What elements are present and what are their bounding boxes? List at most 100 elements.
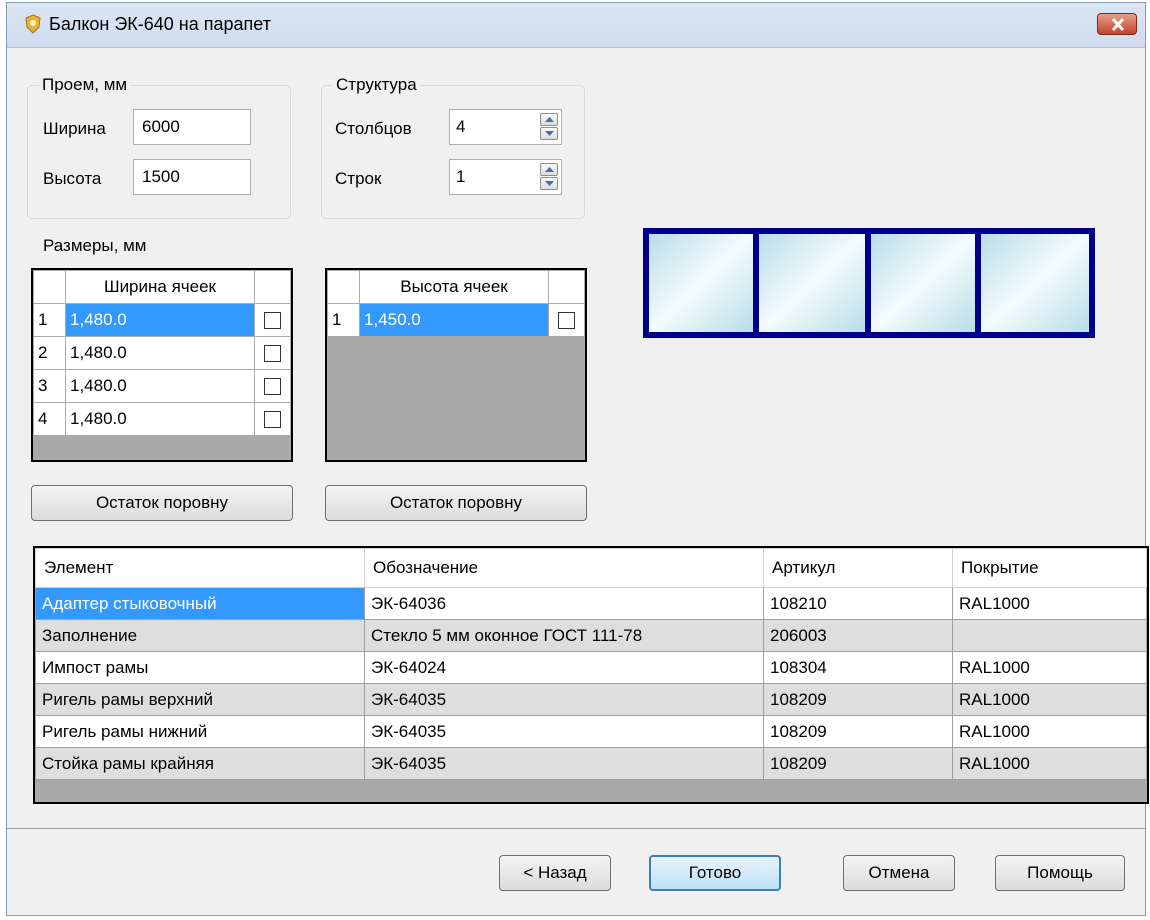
row-checkbox[interactable] — [264, 410, 281, 428]
rows-stepper[interactable]: 1 — [449, 159, 562, 195]
columns-stepper[interactable]: 4 — [449, 109, 562, 145]
element-cell[interactable]: Ригель рамы нижний — [35, 715, 365, 748]
columns-down-button[interactable] — [540, 127, 558, 140]
columns-up-button[interactable] — [540, 113, 558, 126]
arrow-down-icon — [545, 131, 554, 136]
balcony-preview — [643, 228, 1095, 338]
row-index: 4 — [33, 402, 66, 436]
table-row[interactable]: 2 1,480.0 — [33, 336, 291, 370]
row-checkbox[interactable] — [558, 311, 575, 329]
glass-pane — [759, 234, 865, 332]
designation-cell[interactable]: ЭК-64035 — [364, 747, 764, 780]
coating-cell[interactable]: RAL1000 — [952, 587, 1147, 620]
row-checkbox[interactable] — [264, 377, 281, 395]
element-cell[interactable]: Стойка рамы крайняя — [35, 747, 365, 780]
table-row[interactable]: Ригель рамы нижний ЭК-64035 108209 RAL10… — [35, 715, 1147, 748]
height-remainder-button[interactable]: Остаток поровну — [325, 485, 587, 521]
coating-cell[interactable]: RAL1000 — [952, 747, 1147, 780]
grid-corner — [33, 270, 66, 304]
elements-table: Элемент Обозначение Артикул Покрытие Ада… — [33, 546, 1149, 804]
cell-height-value[interactable]: 1,450.0 — [359, 303, 549, 337]
table-row[interactable]: Импост рамы ЭК-64024 108304 RAL1000 — [35, 651, 1147, 684]
title-bar: Балкон ЭК-640 на парапет — [7, 3, 1145, 48]
columns-value: 4 — [456, 117, 466, 136]
width-label: Ширина — [43, 119, 106, 138]
window-title: Балкон ЭК-640 на парапет — [49, 14, 271, 34]
element-cell[interactable]: Импост рамы — [35, 651, 365, 684]
opening-group-title: Проем, мм — [39, 75, 131, 95]
row-index: 2 — [33, 336, 66, 370]
article-cell[interactable]: 108304 — [763, 651, 953, 684]
coating-cell[interactable]: RAL1000 — [952, 715, 1147, 748]
finish-button[interactable]: Готово — [649, 855, 781, 891]
rows-up-button[interactable] — [540, 163, 558, 176]
cell-width-value[interactable]: 1,480.0 — [65, 402, 255, 436]
designation-cell[interactable]: ЭК-64024 — [364, 651, 764, 684]
table-row[interactable]: 1 1,480.0 — [33, 303, 291, 337]
height-label: Высота — [43, 169, 102, 188]
width-input[interactable] — [133, 109, 251, 145]
designation-cell[interactable]: ЭК-64035 — [364, 683, 764, 716]
rows-label: Строк — [335, 169, 382, 188]
cell-width-header: Ширина ячеек — [65, 270, 255, 304]
row-index: 1 — [327, 303, 360, 337]
cell-width-value[interactable]: 1,480.0 — [65, 303, 255, 337]
article-cell[interactable]: 108209 — [763, 747, 953, 780]
rows-value: 1 — [456, 167, 466, 186]
table-row[interactable]: 4 1,480.0 — [33, 402, 291, 436]
table-row[interactable]: 3 1,480.0 — [33, 369, 291, 403]
glass-pane — [871, 234, 975, 332]
width-remainder-button[interactable]: Остаток поровну — [31, 485, 293, 521]
table-row[interactable]: Стойка рамы крайняя ЭК-64035 108209 RAL1… — [35, 747, 1147, 780]
column-header-element[interactable]: Элемент — [35, 548, 365, 588]
cell-width-value[interactable]: 1,480.0 — [65, 369, 255, 403]
app-icon — [23, 14, 43, 34]
sizes-label: Размеры, мм — [43, 236, 147, 255]
cell-height-grid: Высота ячеек 1 1,450.0 — [325, 268, 587, 462]
column-header-article[interactable]: Артикул — [763, 548, 953, 588]
designation-cell[interactable]: ЭК-64036 — [364, 587, 764, 620]
element-cell[interactable]: Адаптер стыковочный — [35, 587, 365, 620]
back-button[interactable]: < Назад — [499, 855, 611, 891]
table-row[interactable]: 1 1,450.0 — [327, 303, 585, 337]
cell-width-value[interactable]: 1,480.0 — [65, 336, 255, 370]
designation-cell[interactable]: Стекло 5 мм оконное ГОСТ 111-78 — [364, 619, 764, 652]
table-row[interactable]: Ригель рамы верхний ЭК-64035 108209 RAL1… — [35, 683, 1147, 716]
dialog-window: Балкон ЭК-640 на парапет Проем, мм Ширин… — [6, 2, 1149, 916]
opening-group — [27, 85, 291, 219]
article-cell[interactable]: 108209 — [763, 715, 953, 748]
row-index: 1 — [33, 303, 66, 337]
article-cell[interactable]: 206003 — [763, 619, 953, 652]
structure-group-title: Структура — [333, 75, 420, 95]
article-cell[interactable]: 108210 — [763, 587, 953, 620]
table-row[interactable]: Заполнение Стекло 5 мм оконное ГОСТ 111-… — [35, 619, 1147, 652]
arrow-up-icon — [545, 167, 554, 172]
cancel-button[interactable]: Отмена — [843, 855, 955, 891]
arrow-up-icon — [545, 117, 554, 122]
table-row[interactable]: Адаптер стыковочный ЭК-64036 108210 RAL1… — [35, 587, 1147, 620]
help-button[interactable]: Помощь — [995, 855, 1125, 891]
element-cell[interactable]: Заполнение — [35, 619, 365, 652]
columns-label: Столбцов — [335, 119, 412, 138]
element-cell[interactable]: Ригель рамы верхний — [35, 683, 365, 716]
coating-cell[interactable] — [952, 619, 1147, 652]
coating-cell[interactable]: RAL1000 — [952, 683, 1147, 716]
row-index: 3 — [33, 369, 66, 403]
row-checkbox[interactable] — [264, 344, 281, 362]
rows-down-button[interactable] — [540, 177, 558, 190]
structure-group — [321, 85, 585, 219]
footer-separator — [7, 828, 1145, 829]
close-button[interactable] — [1097, 13, 1137, 35]
article-cell[interactable]: 108209 — [763, 683, 953, 716]
column-header-coating[interactable]: Покрытие — [952, 548, 1147, 588]
coating-cell[interactable]: RAL1000 — [952, 651, 1147, 684]
arrow-down-icon — [545, 181, 554, 186]
cell-height-header: Высота ячеек — [359, 270, 549, 304]
column-header-designation[interactable]: Обозначение — [364, 548, 764, 588]
glass-pane — [649, 234, 753, 332]
close-icon — [1111, 18, 1125, 31]
grid-corner — [327, 270, 360, 304]
row-checkbox[interactable] — [264, 311, 281, 329]
height-input[interactable] — [133, 159, 251, 195]
designation-cell[interactable]: ЭК-64035 — [364, 715, 764, 748]
